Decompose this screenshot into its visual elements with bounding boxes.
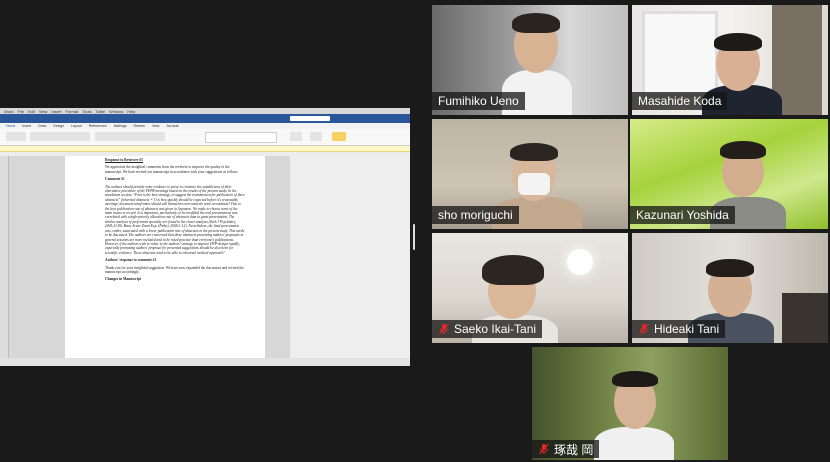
word-title-bar	[0, 114, 410, 123]
participant-tile[interactable]: 琢哉 岡	[532, 347, 728, 460]
name-label: Masahide Koda	[632, 92, 728, 110]
comment-body: The authors should provide some evidence…	[105, 184, 245, 255]
comment-heading: Comment #1	[105, 177, 125, 182]
ribbon-tab[interactable]: Home	[6, 124, 15, 128]
menu-item[interactable]: Window	[109, 109, 123, 114]
participant-tile[interactable]: Hideaki Tani	[632, 233, 828, 343]
person-silhouette	[594, 427, 674, 460]
participant-name: Fumihiko Ueno	[438, 94, 519, 108]
ribbon-tab[interactable]: Draw	[38, 124, 46, 128]
name-label: Fumihiko Ueno	[432, 92, 525, 110]
participant-tile[interactable]: Fumihiko Ueno	[432, 5, 628, 115]
compatibility-notice	[0, 146, 410, 152]
person-hair	[720, 141, 766, 159]
changes-heading: Changes in Manuscript	[105, 277, 141, 282]
menu-item[interactable]: Tools	[82, 109, 91, 114]
participant-tile-active[interactable]: Kazunari Yoshida	[630, 119, 828, 229]
face-mask	[518, 173, 550, 195]
chair	[782, 293, 828, 343]
ribbon-tab[interactable]: Insert	[22, 124, 31, 128]
participant-name: 琢哉 岡	[554, 442, 594, 457]
ribbon-tab[interactable]: Layout	[71, 124, 82, 128]
participant-tile[interactable]: sho moriguchi	[432, 119, 628, 229]
person-hair	[714, 33, 762, 51]
participant-name: Hideaki Tani	[654, 322, 720, 336]
participant-name: Masahide Koda	[638, 94, 722, 108]
styles-pane-button[interactable]	[290, 132, 302, 141]
sensitivity-button[interactable]	[332, 132, 346, 141]
person-hair	[482, 255, 544, 285]
ribbon-tab[interactable]: Mailings	[114, 124, 127, 128]
menu-item[interactable]: Edit	[28, 109, 35, 114]
participant-name: Saeko Ikai-Tani	[454, 322, 537, 336]
participant-tile[interactable]: Saeko Ikai-Tani	[432, 233, 628, 343]
styles-gallery[interactable]	[205, 132, 277, 143]
microphone-muted-icon	[538, 443, 550, 455]
response-heading: Authors' response to comment #1	[105, 258, 157, 263]
doc-heading: Response to Reviewer #1	[105, 158, 143, 162]
person-hair	[510, 143, 558, 161]
menu-item[interactable]: View	[39, 109, 48, 114]
split-view-handle[interactable]	[413, 224, 415, 250]
menu-item[interactable]: Table	[95, 109, 105, 114]
vertical-ruler	[0, 156, 9, 358]
name-label: Kazunari Yoshida	[630, 206, 735, 224]
name-label: 琢哉 岡	[532, 440, 600, 458]
response-body: Thank you for your insightful suggestion…	[105, 265, 244, 274]
ribbon-tab[interactable]: View	[152, 124, 160, 128]
ribbon-toolbar	[0, 129, 410, 146]
search-box[interactable]	[290, 116, 330, 121]
menu-item[interactable]: Format	[65, 109, 78, 114]
document-text: Response to Reviewer #1 We appreciate th…	[105, 158, 245, 285]
document-page[interactable]: Response to Reviewer #1 We appreciate th…	[65, 156, 265, 358]
doc-intro: We appreciate the insightful comments fr…	[105, 165, 239, 174]
menu-item[interactable]: Help	[127, 109, 135, 114]
person-hair	[512, 13, 560, 33]
microphone-muted-icon	[438, 323, 450, 335]
font-controls[interactable]	[30, 132, 90, 141]
dictate-button[interactable]	[310, 132, 322, 141]
person-hair	[706, 259, 754, 277]
name-label: sho moriguchi	[432, 206, 519, 224]
status-bar	[0, 358, 410, 366]
paragraph-controls[interactable]	[95, 132, 165, 141]
ribbon-tab[interactable]: Acrobat	[166, 124, 178, 128]
menu-item[interactable]: File	[17, 109, 23, 114]
window-background	[290, 156, 410, 358]
window-frame	[642, 11, 718, 97]
participant-name: sho moriguchi	[438, 208, 513, 222]
menu-item[interactable]: Insert	[51, 109, 61, 114]
participant-tile[interactable]: Masahide Koda	[632, 5, 828, 115]
document-area: Response to Reviewer #1 We appreciate th…	[0, 156, 410, 358]
ribbon-tab[interactable]: Design	[53, 124, 64, 128]
ceiling-light	[567, 249, 593, 275]
ribbon-tab[interactable]: References	[89, 124, 107, 128]
name-label: Hideaki Tani	[632, 320, 726, 338]
name-label: Saeko Ikai-Tani	[432, 320, 543, 338]
person-hair	[612, 371, 658, 387]
microphone-muted-icon	[638, 323, 650, 335]
ribbon-tab[interactable]: Review	[133, 124, 144, 128]
participant-name: Kazunari Yoshida	[636, 208, 729, 222]
shared-screen: Word File Edit View Insert Format Tools …	[0, 108, 410, 366]
menu-item[interactable]: Word	[4, 109, 13, 114]
paste-button[interactable]	[6, 132, 26, 141]
